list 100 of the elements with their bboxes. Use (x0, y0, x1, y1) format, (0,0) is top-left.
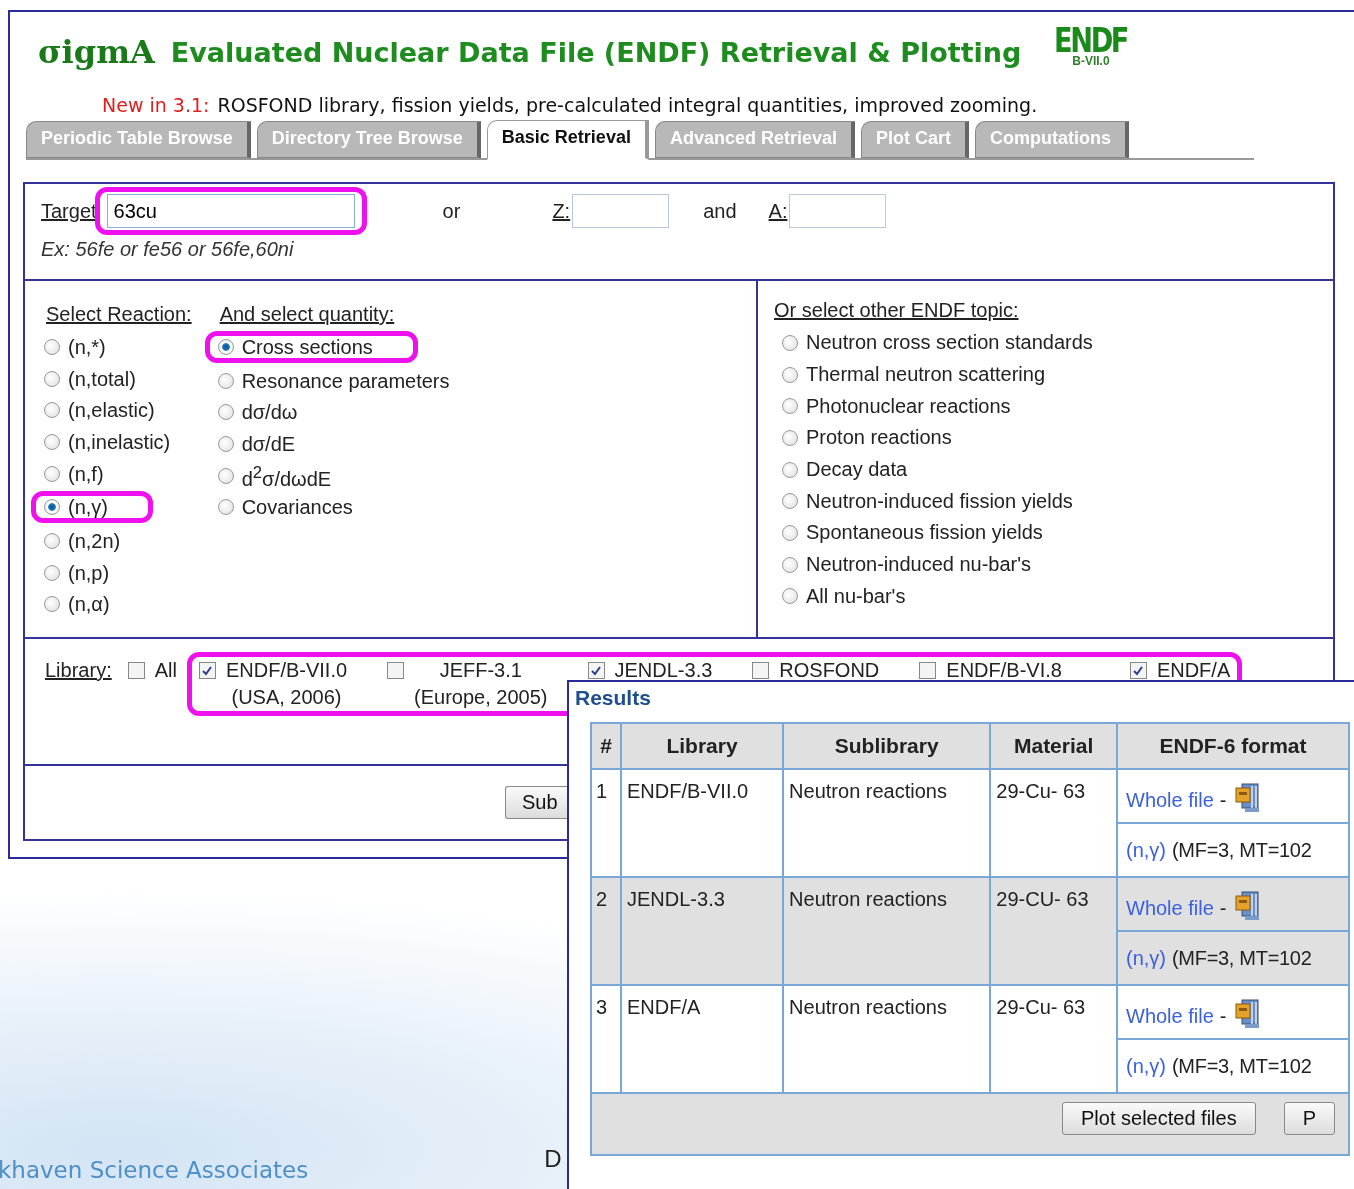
library-note: (Europe, 2005) (414, 686, 548, 709)
checkbox[interactable] (752, 662, 770, 679)
option-row[interactable]: (n,p) (31, 556, 127, 589)
option-label: Neutron-induced nu-bar's (806, 553, 1032, 577)
reaction-link[interactable]: (n,γ) (1126, 946, 1166, 970)
separator-text: - (1219, 1005, 1227, 1028)
radio-button[interactable] (44, 499, 60, 516)
radio-button[interactable] (782, 334, 798, 351)
radio-button[interactable] (44, 370, 60, 387)
option-label: Covariances (241, 497, 353, 518)
option-row[interactable]: Covariances (204, 491, 370, 524)
table-cell: 29-CU- 63 (990, 877, 1117, 985)
separator-text: - (1219, 789, 1227, 812)
radio-button[interactable] (217, 372, 234, 389)
whole-file-link[interactable]: Whole file (1126, 1005, 1214, 1028)
row-number: 3 (591, 985, 621, 1093)
option-label: dσ/dE (241, 433, 296, 454)
table-cell: JENDL-3.3 (621, 877, 784, 985)
option-row[interactable]: dσ/dω (204, 396, 315, 429)
option-label: (n,2n) (68, 530, 121, 551)
option-row[interactable]: (n,elastic) (31, 394, 172, 427)
radio-button[interactable] (782, 429, 798, 446)
section-label: And select quantity: (219, 303, 396, 326)
target-input[interactable]: 63cu (106, 194, 355, 228)
radio-button[interactable] (217, 338, 234, 355)
radio-button[interactable] (217, 499, 234, 516)
page-title: Evaluated Nuclear Data File (ENDF) Retrieval & Plotting (170, 36, 1022, 68)
checkbox[interactable] (1129, 662, 1147, 679)
separator-text: - (1219, 897, 1227, 920)
option-label: All nu-bar's (806, 584, 906, 608)
checkbox[interactable] (387, 662, 405, 679)
z-input[interactable] (572, 194, 670, 228)
option-label: Photonuclear reactions (806, 394, 1011, 418)
option-row[interactable]: (n,2n) (31, 525, 138, 557)
checkbox[interactable] (919, 662, 937, 679)
organization-text: khaven Science Associates (0, 1157, 309, 1183)
action-button[interactable]: Plot selected files (1062, 1102, 1256, 1135)
radio-button[interactable] (782, 556, 798, 573)
radio-button[interactable] (217, 404, 234, 421)
checkbox[interactable] (198, 662, 216, 679)
radio-button[interactable] (44, 338, 60, 355)
whole-file-link[interactable]: Whole file (1126, 897, 1214, 920)
option-label: Thermal neutron scattering (806, 363, 1045, 387)
radio-button[interactable] (44, 532, 60, 549)
radio-button[interactable] (44, 596, 60, 613)
option-label: dσ/dω (241, 402, 298, 423)
radio-button[interactable] (782, 493, 798, 510)
option-label: (n,*) (68, 336, 106, 357)
radio-button[interactable] (782, 524, 798, 541)
option-row[interactable]: Cross sections (204, 331, 418, 363)
section-label: Or select other ENDF topic: (774, 299, 1020, 322)
mf-mt-text: (MF=3, MT=102 (1172, 1054, 1312, 1078)
option-row[interactable]: (n,α) (31, 588, 127, 621)
radio-button[interactable] (44, 564, 60, 581)
tab[interactable]: Basic Retrieval (486, 120, 649, 160)
radio-button[interactable] (782, 398, 798, 415)
option-label: (n,total) (68, 368, 136, 389)
option-row[interactable]: Resonance parameters (204, 364, 467, 397)
footer-letter: D (544, 1145, 562, 1173)
option-row[interactable]: (n,total) (31, 362, 153, 395)
radio-button[interactable] (782, 461, 798, 478)
option-label: (n,p) (68, 562, 110, 583)
option-row[interactable]: (n,f) (31, 457, 121, 490)
mf-mt-text: (MF=3, MT=102 (1172, 838, 1312, 862)
radio-button[interactable] (44, 465, 60, 482)
option-label: Spontaneous fission yields (806, 521, 1043, 545)
table-cell: Neutron reactions (783, 877, 991, 985)
radio-button[interactable] (782, 366, 798, 383)
sigma-logo: σigmA (38, 33, 155, 71)
submit-button[interactable]: Sub (505, 786, 569, 819)
library-option: JENDL-3.3 (614, 659, 713, 682)
library-option: ENDF/A (1156, 659, 1231, 682)
news-label: New in 3.1: (102, 94, 210, 116)
news-text: ROSFOND library, fission yields, pre-calculated integral quantities, improved zooming. (217, 94, 1038, 116)
reaction-link[interactable]: (n,γ) (1126, 1054, 1166, 1078)
library-option: ENDF/B-VII.0 (225, 659, 348, 682)
radio-button[interactable] (44, 402, 60, 419)
column-header: Material (990, 723, 1117, 769)
radio-button[interactable] (782, 588, 798, 605)
option-row[interactable]: (n,inelastic) (31, 426, 188, 458)
option-row[interactable]: dσ/dE (204, 428, 313, 460)
column-header: Library (621, 723, 784, 769)
whole-file-link[interactable]: Whole file (1126, 789, 1214, 812)
radio-button[interactable] (217, 435, 234, 452)
option-label: Proton reactions (806, 426, 952, 450)
option-label: Neutron-induced fission yields (806, 489, 1073, 513)
library-label: Library: (45, 659, 112, 682)
option-row[interactable]: (n,*) (31, 331, 123, 363)
action-button[interactable]: P (1283, 1102, 1335, 1135)
reaction-link[interactable]: (n,γ) (1126, 838, 1166, 862)
checkbox[interactable] (587, 662, 605, 679)
option-label: (n,elastic) (68, 400, 155, 421)
radio-button[interactable] (217, 467, 234, 484)
a-input[interactable] (789, 194, 887, 228)
checkbox[interactable] (127, 662, 145, 679)
option-row[interactable]: d$^{2}$σ/dωdE (204, 459, 349, 492)
option-row[interactable]: (n,γ) (31, 491, 153, 524)
option-label: (n,f) (68, 463, 104, 484)
library-note: (USA, 2006) (231, 686, 342, 709)
radio-button[interactable] (44, 433, 60, 450)
